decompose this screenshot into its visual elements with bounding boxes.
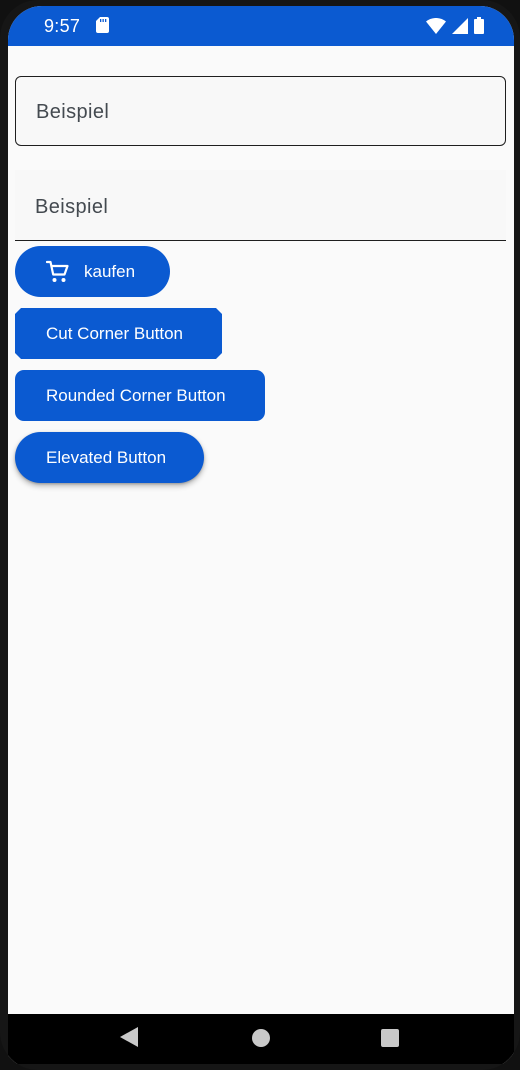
device-frame: 9:57 Beispiel Beispiel kaufen Cut Corner… [0, 0, 520, 1070]
outlined-field-value: Beispiel [36, 101, 110, 123]
kaufen-button[interactable]: kaufen [15, 246, 170, 297]
home-icon[interactable] [252, 1029, 270, 1047]
kaufen-button-label: kaufen [84, 261, 136, 281]
shopping-cart-icon [46, 260, 69, 282]
battery-icon [474, 17, 484, 34]
elevated-button-label: Elevated Button [46, 447, 167, 467]
filled-field-value: Beispiel [35, 196, 109, 218]
navigation-bar [8, 1014, 514, 1064]
signal-icon [452, 17, 468, 34]
rounded-corner-button-label: Rounded Corner Button [46, 385, 226, 405]
cut-corner-button[interactable]: Cut Corner Button [15, 308, 222, 359]
recents-icon[interactable] [381, 1029, 399, 1047]
status-icons [426, 17, 484, 34]
back-icon[interactable] [120, 1027, 138, 1047]
wifi-icon [426, 17, 446, 34]
rounded-corner-button[interactable]: Rounded Corner Button [15, 370, 265, 421]
sd-card-icon [96, 17, 109, 33]
elevated-button[interactable]: Elevated Button [15, 432, 204, 483]
cut-corner-button-label: Cut Corner Button [46, 323, 184, 343]
status-bar: 9:57 [8, 6, 514, 46]
outlined-text-field[interactable]: Beispiel [15, 76, 506, 146]
app-screen: 9:57 Beispiel Beispiel kaufen Cut Corner… [8, 6, 514, 1064]
status-time: 9:57 [44, 16, 81, 36]
filled-text-field[interactable]: Beispiel [15, 170, 506, 241]
